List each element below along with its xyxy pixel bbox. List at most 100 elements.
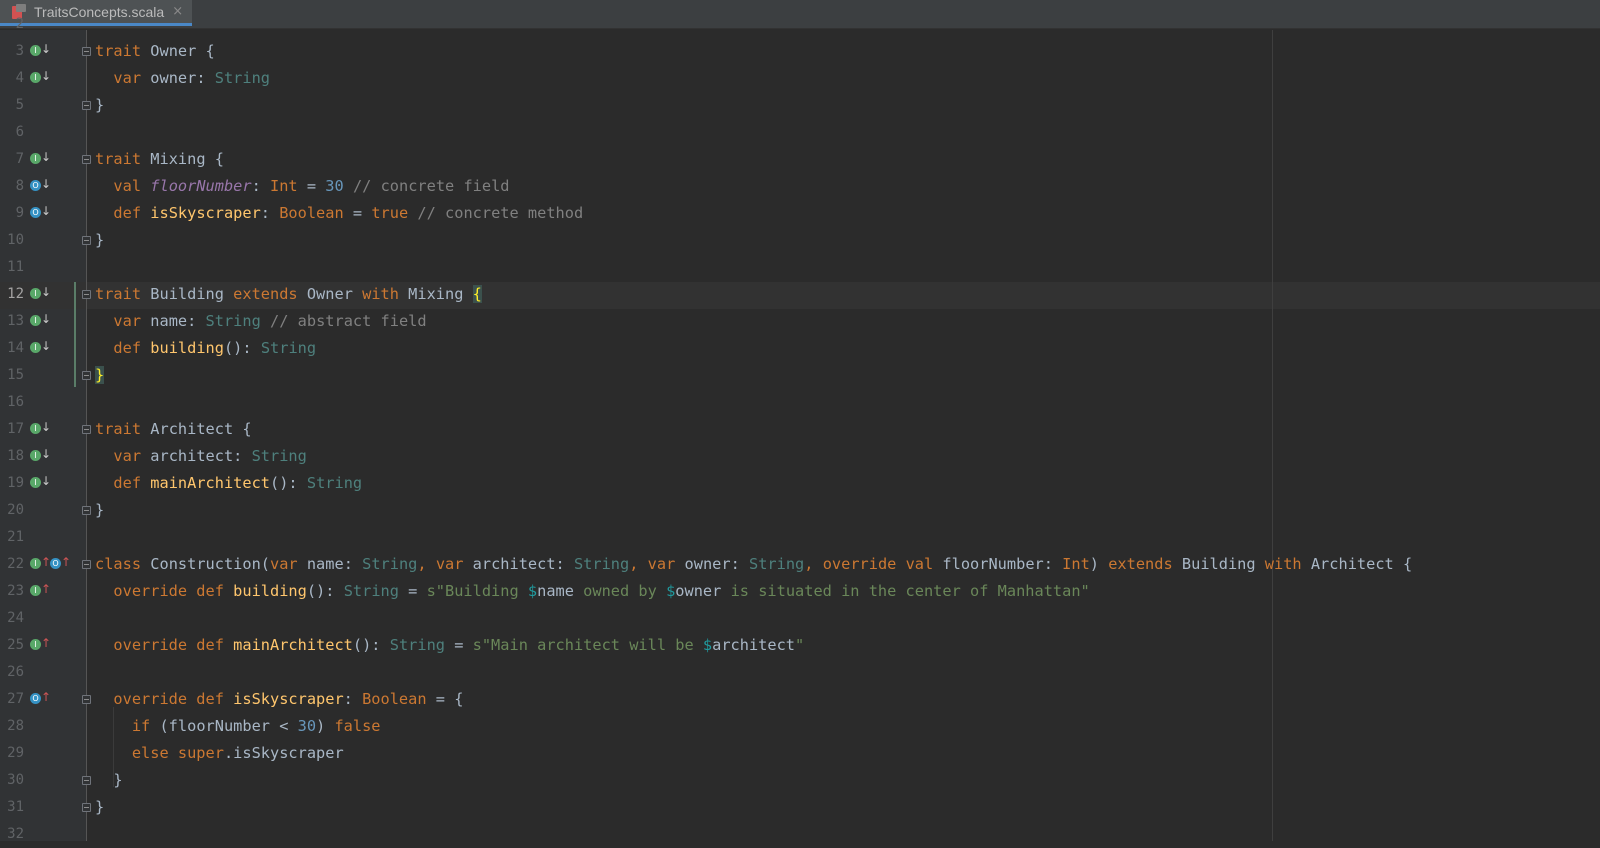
code-text: override def building(): String = s"Buil… bbox=[113, 582, 1090, 600]
implemented-down-icon[interactable]: I ↓ bbox=[30, 447, 51, 464]
code-text: } bbox=[95, 96, 105, 114]
code-text: def isSkyscraper: Boolean = true // conc… bbox=[113, 204, 584, 222]
code-line-current: 12 I ↓ trait Building extends Owner with … bbox=[0, 281, 1600, 308]
code-line: 32 bbox=[0, 821, 1600, 848]
code-text: trait Owner { bbox=[95, 42, 215, 60]
code-line: 26 bbox=[0, 659, 1600, 686]
implemented-down-icon[interactable]: I ↓ bbox=[30, 339, 51, 356]
fold-icon[interactable] bbox=[82, 155, 91, 164]
line-number: 29 bbox=[7, 745, 24, 761]
fold-icon[interactable] bbox=[82, 425, 91, 434]
line-number: 5 bbox=[15, 97, 24, 113]
code-line: 15 } bbox=[0, 362, 1600, 389]
code-text: class Construction(var name: String, var… bbox=[95, 555, 1413, 573]
implementing-up-icon[interactable]: I ↑ bbox=[30, 555, 51, 572]
fold-icon[interactable] bbox=[82, 695, 91, 704]
implemented-down-icon[interactable]: I ↓ bbox=[30, 312, 51, 329]
code-line: 2 bbox=[0, 11, 1600, 38]
code-text: if (floorNumber < 30) false bbox=[131, 717, 381, 735]
fold-icon[interactable] bbox=[82, 290, 91, 299]
code-text: } bbox=[95, 798, 105, 816]
line-number: 4 bbox=[15, 70, 24, 86]
overridden-down-icon[interactable]: O ↓ bbox=[30, 204, 51, 221]
code-line: 29 else super.isSkyscraper bbox=[0, 740, 1600, 767]
fold-icon[interactable] bbox=[82, 560, 91, 569]
code-text: var architect: String bbox=[113, 447, 307, 465]
fold-end-icon[interactable] bbox=[82, 101, 91, 110]
code-text: var name: String // abstract field bbox=[113, 312, 427, 330]
code-line: 11 bbox=[0, 254, 1600, 281]
overridden-down-icon[interactable]: O ↓ bbox=[30, 177, 51, 194]
code-editor[interactable]: 2 3 I ↓ trait Owner { 4 I ↓ var owner: Str… bbox=[0, 16, 1600, 842]
line-number: 3 bbox=[15, 43, 24, 59]
fold-icon[interactable] bbox=[82, 47, 91, 56]
code-text: override def isSkyscraper: Boolean = { bbox=[113, 690, 464, 708]
line-number: 19 bbox=[7, 475, 24, 491]
line-number: 21 bbox=[7, 529, 24, 545]
implementing-up-icon[interactable]: I ↑ bbox=[30, 582, 51, 599]
overriding-up-icon[interactable]: O ↑ bbox=[30, 690, 51, 707]
code-line: 18 I ↓ var architect: String bbox=[0, 443, 1600, 470]
implementing-up-icon[interactable]: I ↑ bbox=[30, 636, 51, 653]
code-text: def mainArchitect(): String bbox=[113, 474, 363, 492]
line-number: 30 bbox=[7, 772, 24, 788]
implemented-down-icon[interactable]: I ↓ bbox=[30, 42, 51, 59]
code-line: 4 I ↓ var owner: String bbox=[0, 65, 1600, 92]
line-number: 15 bbox=[7, 367, 24, 383]
fold-end-icon[interactable] bbox=[82, 506, 91, 515]
line-number: 9 bbox=[15, 205, 24, 221]
code-line: 3 I ↓ trait Owner { bbox=[0, 38, 1600, 65]
code-line: 24 bbox=[0, 605, 1600, 632]
line-number: 31 bbox=[7, 799, 24, 815]
code-line: 7 I ↓ trait Mixing { bbox=[0, 146, 1600, 173]
implemented-down-icon[interactable]: I ↓ bbox=[30, 150, 51, 167]
line-number: 12 bbox=[7, 286, 24, 302]
line-number: 13 bbox=[7, 313, 24, 329]
code-text: } bbox=[95, 366, 105, 384]
line-number: 24 bbox=[7, 610, 24, 626]
code-line: 5 } bbox=[0, 92, 1600, 119]
code-line: 31 } bbox=[0, 794, 1600, 821]
line-number: 32 bbox=[7, 826, 24, 842]
code-text: trait Mixing { bbox=[95, 150, 224, 168]
code-line: 19 I ↓ def mainArchitect(): String bbox=[0, 470, 1600, 497]
code-line: 14 I ↓ def building(): String bbox=[0, 335, 1600, 362]
code-line: 16 bbox=[0, 389, 1600, 416]
code-line: 9 O ↓ def isSkyscraper: Boolean = true //… bbox=[0, 200, 1600, 227]
implemented-down-icon[interactable]: I ↓ bbox=[30, 69, 51, 86]
line-number: 26 bbox=[7, 664, 24, 680]
code-text: } bbox=[95, 501, 105, 519]
line-number: 16 bbox=[7, 394, 24, 410]
code-line: 6 bbox=[0, 119, 1600, 146]
implemented-down-icon[interactable]: I ↓ bbox=[30, 285, 51, 302]
code-line: 28 if (floorNumber < 30) false bbox=[0, 713, 1600, 740]
implemented-down-icon[interactable]: I ↓ bbox=[30, 420, 51, 437]
code-text: def building(): String bbox=[113, 339, 317, 357]
code-line: 17 I ↓ trait Architect { bbox=[0, 416, 1600, 443]
overriding-up-icon[interactable]: O ↑ bbox=[50, 555, 71, 572]
line-number: 18 bbox=[7, 448, 24, 464]
code-text: override def mainArchitect(): String = s… bbox=[113, 636, 805, 654]
line-number: 28 bbox=[7, 718, 24, 734]
code-line: 27 O ↑ override def isSkyscraper: Boolean… bbox=[0, 686, 1600, 713]
line-number: 8 bbox=[15, 178, 24, 194]
code-line: 10 } bbox=[0, 227, 1600, 254]
code-line: 25 I ↑ override def mainArchitect(): Stri… bbox=[0, 632, 1600, 659]
fold-end-icon[interactable] bbox=[82, 371, 91, 380]
line-number: 7 bbox=[15, 151, 24, 167]
line-number: 25 bbox=[7, 637, 24, 653]
code-text: trait Architect { bbox=[95, 420, 252, 438]
fold-end-icon[interactable] bbox=[82, 236, 91, 245]
code-line: 22 I ↑ O ↑ class Construction(var name: St… bbox=[0, 551, 1600, 578]
code-line: 23 I ↑ override def building(): String = … bbox=[0, 578, 1600, 605]
implemented-down-icon[interactable]: I ↓ bbox=[30, 474, 51, 491]
code-text: trait Building extends Owner with Mixing… bbox=[95, 285, 482, 303]
code-text: val floorNumber: Int = 30 // concrete fi… bbox=[113, 177, 510, 195]
fold-end-icon[interactable] bbox=[82, 803, 91, 812]
line-number: 23 bbox=[7, 583, 24, 599]
line-number: 20 bbox=[7, 502, 24, 518]
fold-end-icon[interactable] bbox=[82, 776, 91, 785]
code-text: } bbox=[95, 231, 105, 249]
line-number: 10 bbox=[7, 232, 24, 248]
code-line: 21 bbox=[0, 524, 1600, 551]
